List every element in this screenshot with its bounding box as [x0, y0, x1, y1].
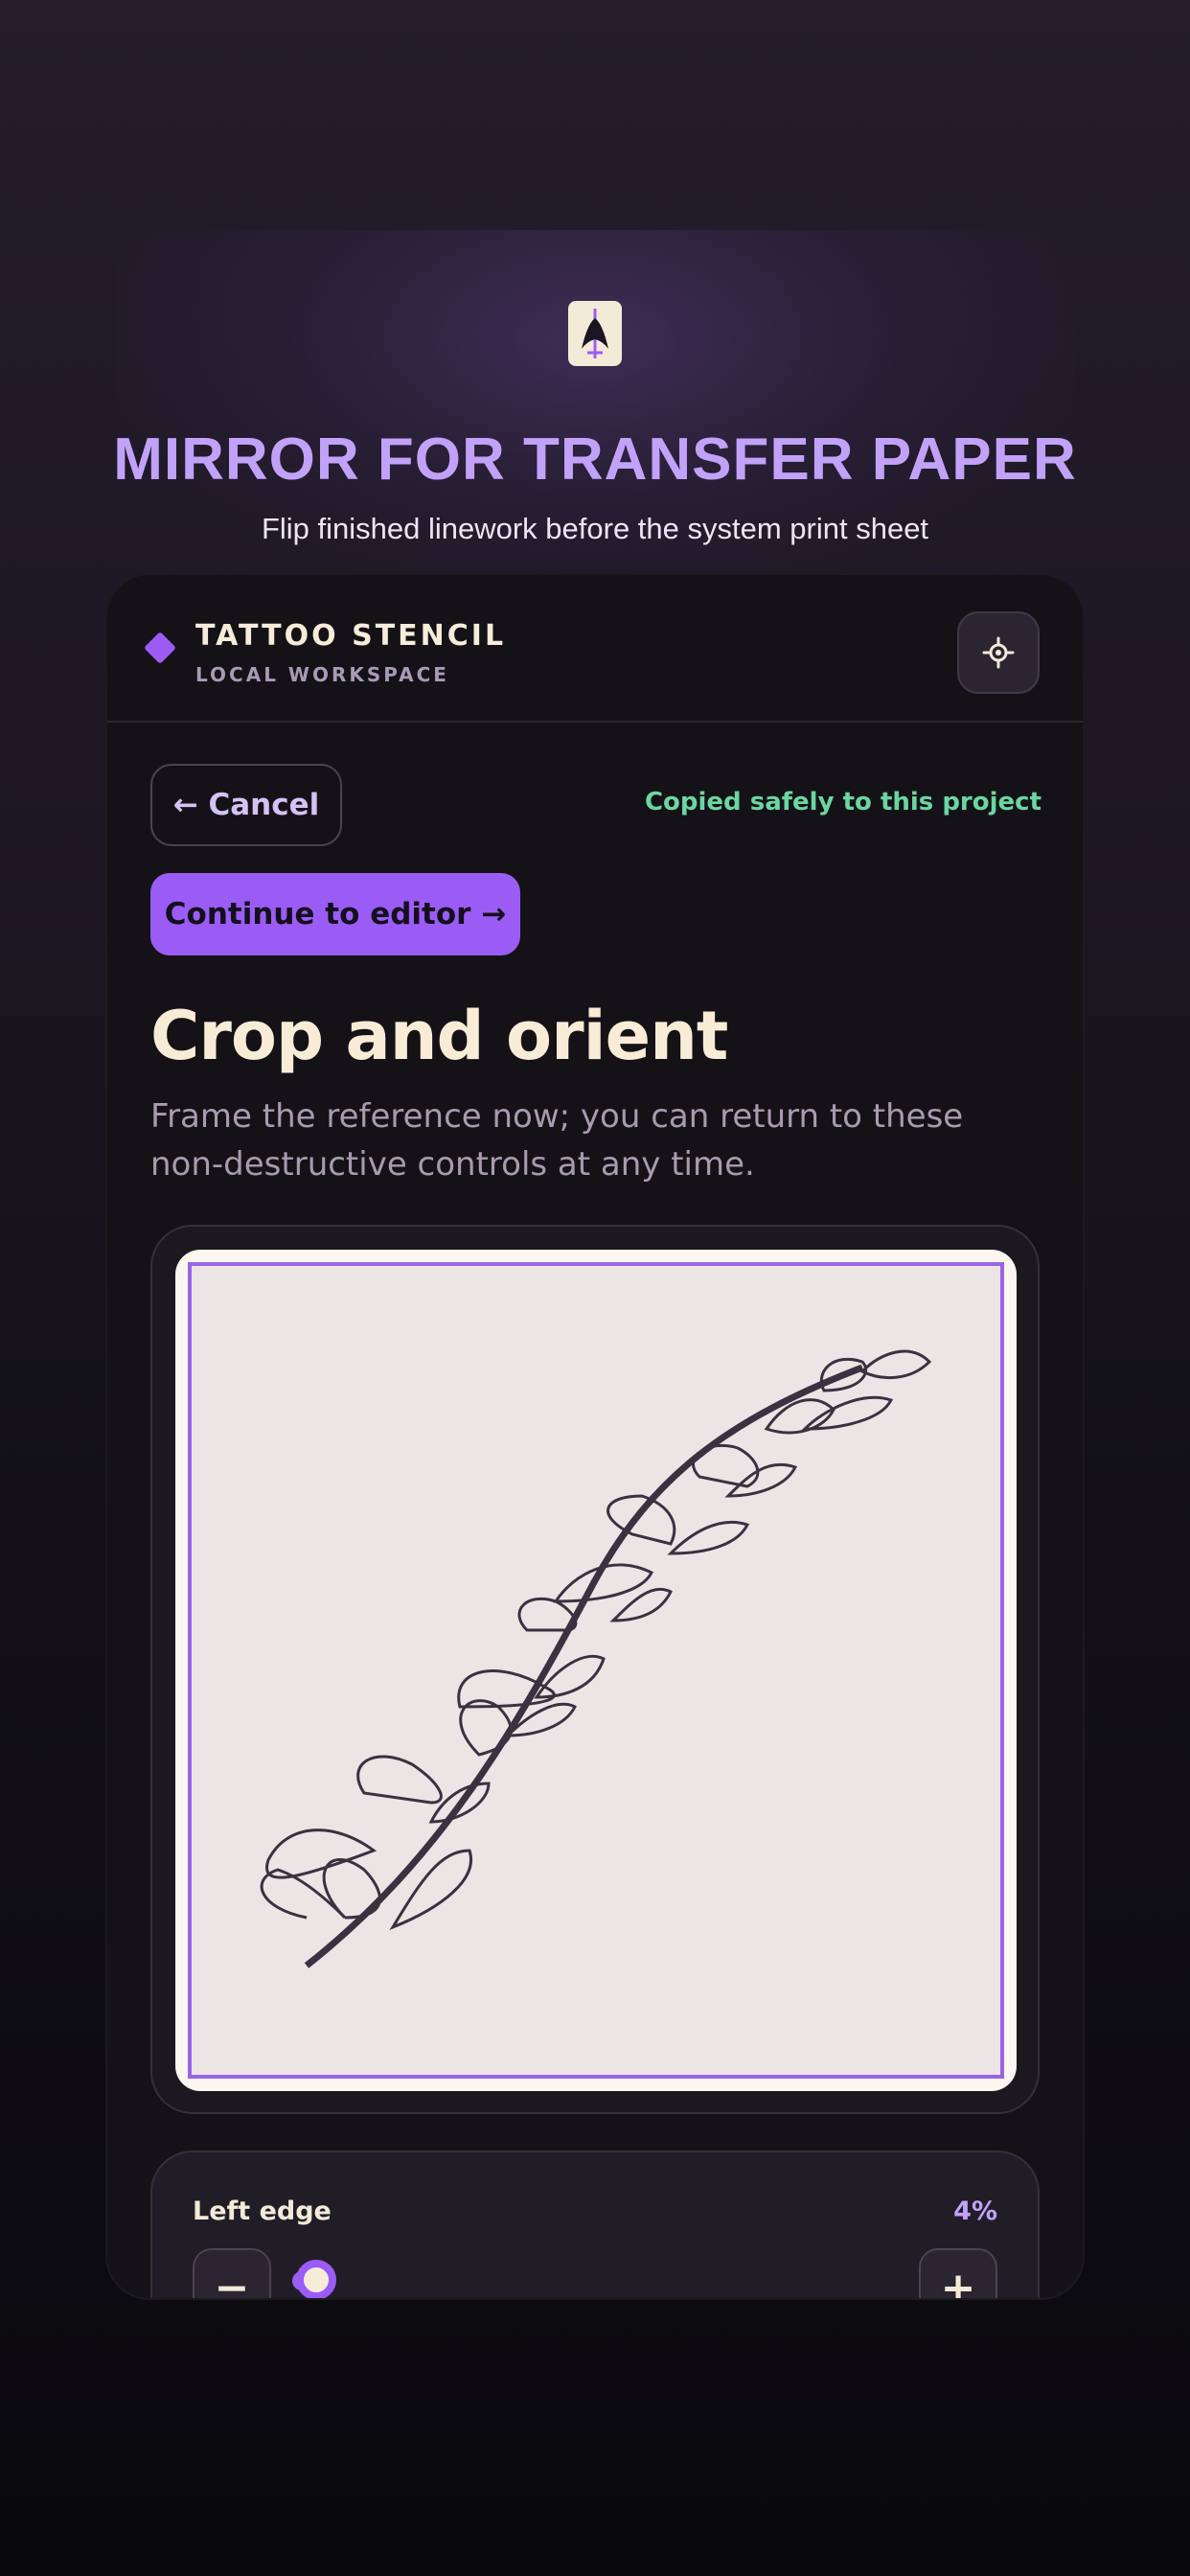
control-value: 4%: [953, 2196, 997, 2226]
continue-to-editor-button[interactable]: Continue to editor →: [150, 873, 520, 955]
settings-button[interactable]: [957, 611, 1040, 694]
hero-subtitle: Flip finished linework before the system…: [261, 512, 929, 545]
increase-button[interactable]: +: [919, 2248, 997, 2298]
card-header: TATTOO STENCIL LOCAL WORKSPACE: [107, 575, 1083, 723]
gear-icon: [982, 636, 1015, 669]
brand-diamond-icon: [144, 632, 176, 664]
brand-subtitle: LOCAL WORKSPACE: [195, 663, 449, 686]
left-edge-control: Left edge 4% − +: [150, 2150, 1040, 2298]
reference-paper: [175, 1250, 1017, 2091]
cancel-button[interactable]: ← Cancel: [150, 764, 342, 846]
brand-name: TATTOO STENCIL: [195, 619, 507, 653]
app-screen: MIRROR FOR TRANSFER PAPER Flip finished …: [0, 0, 1190, 2576]
crop-area[interactable]: [188, 1262, 1004, 2079]
copy-status: Copied safely to this project: [644, 788, 1041, 816]
reference-artwork: [260, 1349, 932, 1968]
hero-title: MIRROR FOR TRANSFER PAPER: [113, 426, 1077, 493]
stencil-app-icon: [568, 301, 622, 366]
slider-handle[interactable]: [296, 2260, 336, 2298]
section-description: Frame the reference now; you can return …: [150, 1097, 964, 1184]
section-title: Crop and orient: [150, 997, 728, 1075]
decrease-button[interactable]: −: [193, 2248, 271, 2298]
control-label: Left edge: [193, 2196, 332, 2226]
workspace-card: TATTOO STENCIL LOCAL WORKSPACE ← Cancel …: [107, 575, 1083, 2298]
crop-preview: [150, 1225, 1040, 2114]
